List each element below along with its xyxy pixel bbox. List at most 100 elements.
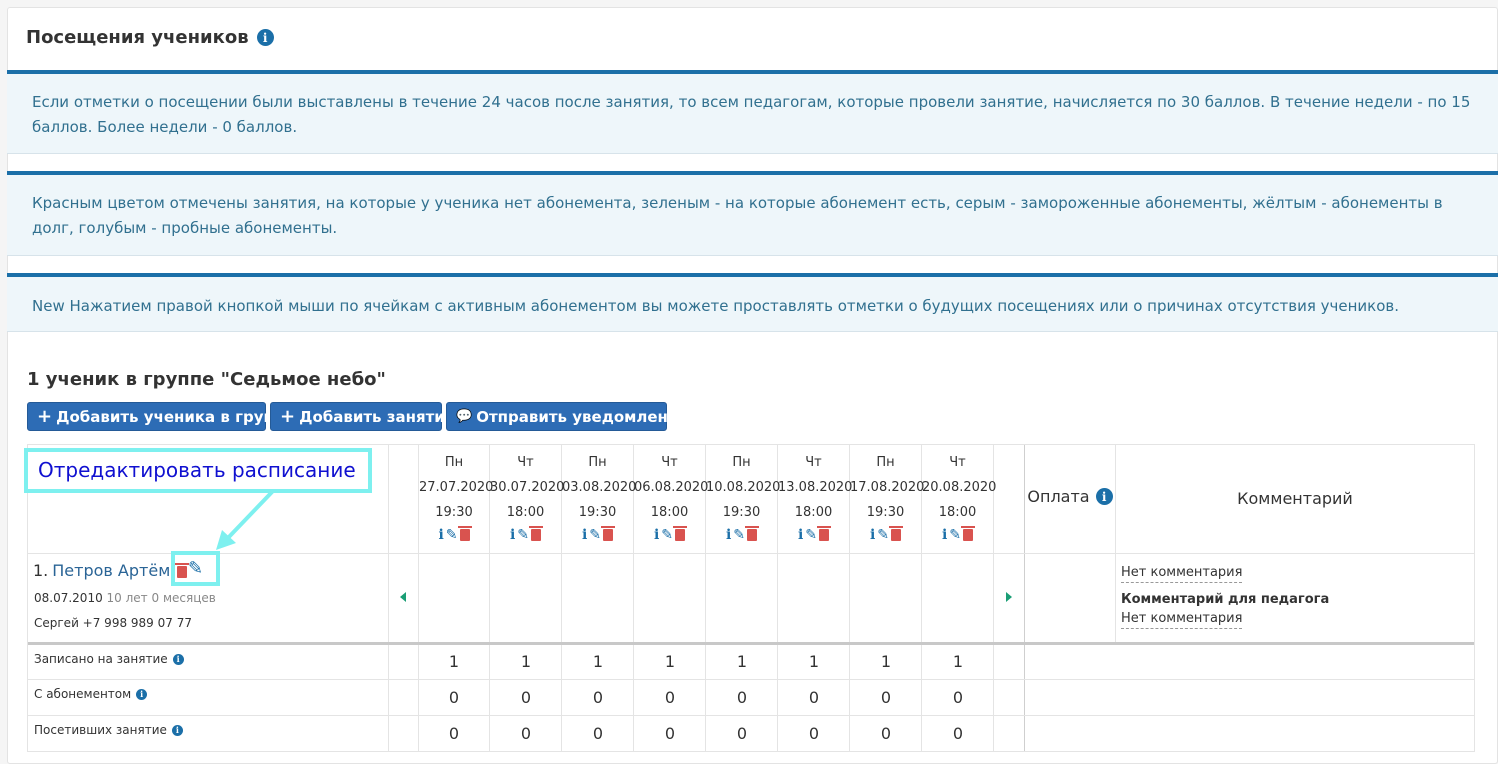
student-name-row: 1. Петров Артём (33, 561, 190, 580)
trash-icon[interactable] (817, 526, 832, 541)
summary-cell: 1 (520, 652, 532, 671)
student-comment[interactable]: Нет комментария (1121, 564, 1243, 583)
lesson-time: 19:30 (722, 505, 761, 520)
summary-cell: 1 (736, 652, 748, 671)
lesson-header: Чт 13.08.2020 18:00 i ✎ (778, 450, 853, 542)
trash-icon[interactable] (889, 526, 904, 541)
pencil-icon[interactable]: ✎ (805, 528, 817, 542)
lesson-header: Пн 10.08.2020 19:30 i ✎ (706, 450, 781, 542)
lesson-date: 30.07.2020 (490, 480, 565, 495)
alert-colors: Красным цветом отмечены занятия, на кото… (7, 171, 1498, 256)
add-lesson-button[interactable]: + Добавить занятие (270, 402, 455, 431)
pencil-icon[interactable]: ✎ (517, 528, 529, 542)
info-icon[interactable]: i (438, 528, 443, 542)
lesson-header: Пн 27.07.2020 19:30 i ✎ (419, 450, 494, 542)
student-age: 10 лет 0 месяцев (106, 591, 216, 605)
trash-icon[interactable] (529, 526, 544, 541)
summary-label-text: С абонементом (34, 687, 132, 701)
edit-schedule-callout: Отредактировать расписание (24, 448, 372, 493)
payment-header: Оплата i (1025, 487, 1115, 506)
trash-icon[interactable] (457, 526, 472, 541)
summary-cell: 0 (880, 688, 892, 707)
info-icon[interactable]: i (582, 528, 587, 542)
comment-cell: Нет комментария Комментарий для педагога… (1121, 561, 1329, 629)
lesson-date: 17.08.2020 (850, 480, 925, 495)
summary-label-text: Посетивших занятие (34, 723, 167, 737)
summary-cell: 1 (952, 652, 964, 671)
comment-header: Комментарий (1237, 489, 1353, 508)
info-icon[interactable]: i (136, 688, 148, 700)
pencil-icon[interactable]: ✎ (733, 528, 745, 542)
summary-cell: 0 (952, 724, 964, 743)
trash-icon[interactable] (673, 526, 688, 541)
lesson-day: Пн (444, 455, 464, 470)
pencil-icon[interactable]: ✎ (589, 528, 601, 542)
summary-cell: 0 (448, 688, 460, 707)
summary-cell: 0 (736, 724, 748, 743)
summary-cell: 0 (736, 688, 748, 707)
alert-colors-text: Красным цветом отмечены занятия, на кото… (32, 194, 1443, 237)
next-lessons-arrow[interactable] (1006, 592, 1012, 602)
lesson-date: 13.08.2020 (778, 480, 853, 495)
lesson-header: Пн 03.08.2020 19:30 i ✎ (562, 450, 636, 542)
pencil-icon[interactable]: ✎ (661, 528, 673, 542)
summary-cell: 0 (880, 724, 892, 743)
student-birthdate: 08.07.2010 (34, 591, 103, 605)
summary-cell: 0 (592, 688, 604, 707)
page-title: Посещения учеников i (26, 27, 274, 48)
summary-label-text: Записано на занятие (34, 652, 168, 666)
info-icon[interactable]: i (171, 724, 183, 736)
summary-cell: 1 (880, 652, 892, 671)
lesson-date: 06.08.2020 (634, 480, 709, 495)
info-icon[interactable]: i (510, 528, 515, 542)
info-icon[interactable]: i (256, 29, 274, 46)
add-student-button[interactable]: + Добавить ученика в группу (27, 402, 294, 431)
lesson-date: 10.08.2020 (706, 480, 781, 495)
info-icon[interactable]: i (172, 653, 184, 665)
send-notification-label: Отправить уведомление (476, 407, 689, 426)
summary-label-attended: Посетивших занятие i (34, 723, 183, 737)
add-student-label: Добавить ученика в группу (56, 407, 294, 426)
lesson-day: Чт (805, 455, 822, 470)
payment-info-icon[interactable]: i (1095, 488, 1113, 505)
add-lesson-label: Добавить занятие (299, 407, 455, 426)
alert-points-text: Если отметки о посещении были выставлены… (32, 93, 1471, 136)
summary-cell: 0 (664, 688, 676, 707)
prev-lessons-arrow[interactable] (400, 592, 406, 602)
lesson-header: Пн 17.08.2020 19:30 i ✎ (850, 450, 925, 542)
group-title: 1 ученик в группе "Седьмое небо" (27, 369, 386, 390)
summary-cell: 1 (592, 652, 604, 671)
page-title-text: Посещения учеников (26, 27, 249, 48)
trash-icon[interactable] (601, 526, 616, 541)
info-icon[interactable]: i (942, 528, 947, 542)
alert-right-click: New Нажатием правой кнопкой мыши по ячей… (7, 273, 1498, 332)
lesson-time: 18:00 (794, 505, 833, 520)
info-icon[interactable]: i (654, 528, 659, 542)
comment-icon: 💬 (456, 409, 473, 424)
lesson-date: 27.07.2020 (419, 480, 494, 495)
pencil-icon[interactable]: ✎ (949, 528, 961, 542)
info-icon[interactable]: i (798, 528, 803, 542)
info-icon[interactable]: i (726, 528, 731, 542)
lesson-header: Чт 30.07.2020 18:00 i ✎ (490, 450, 565, 542)
summary-cell: 0 (808, 724, 820, 743)
teacher-comment-label: Комментарий для педагога (1121, 592, 1330, 607)
toolbar: + Добавить ученика в группу + Добавить з… (27, 402, 689, 431)
summary-label-enrolled: Записано на занятие i (34, 652, 184, 666)
lesson-day: Пн (876, 455, 895, 470)
student-name-link[interactable]: Петров Артём (52, 561, 170, 580)
pencil-icon[interactable]: ✎ (446, 528, 458, 542)
trash-icon[interactable] (961, 526, 976, 541)
pencil-icon[interactable]: ✎ (877, 528, 889, 542)
lesson-day: Пн (588, 455, 607, 470)
trash-icon[interactable] (745, 526, 760, 541)
edit-schedule-pencil-icon[interactable]: ✎ (188, 559, 203, 578)
lesson-time: 19:30 (866, 505, 905, 520)
lesson-day: Чт (517, 455, 534, 470)
send-notification-button[interactable]: 💬 Отправить уведомление (446, 402, 689, 431)
teacher-comment[interactable]: Нет комментария (1121, 610, 1243, 629)
summary-label-subscription: С абонементом i (34, 687, 148, 701)
lesson-day: Чт (949, 455, 966, 470)
summary-cell: 1 (664, 652, 676, 671)
info-icon[interactable]: i (870, 528, 875, 542)
